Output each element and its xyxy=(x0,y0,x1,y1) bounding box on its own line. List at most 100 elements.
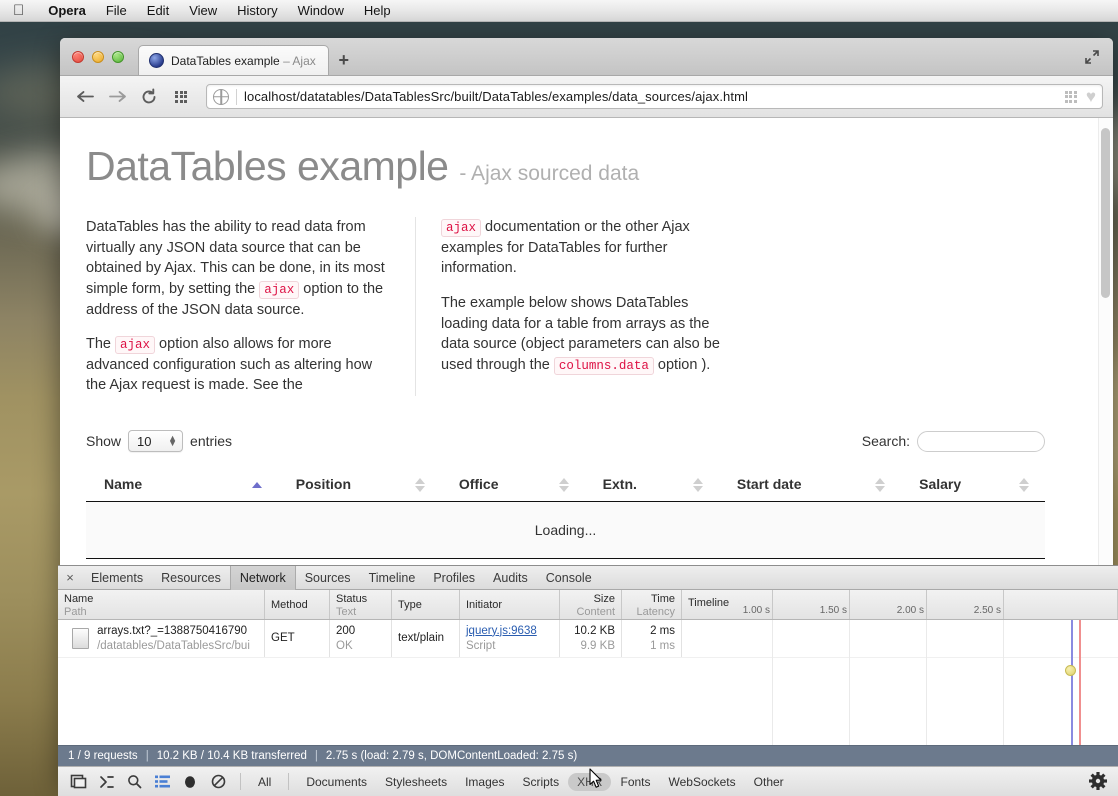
filter-scripts[interactable]: Scripts xyxy=(513,773,568,791)
record-icon[interactable] xyxy=(176,770,204,794)
filter-xhr[interactable]: XHR xyxy=(568,772,612,791)
menu-item-opera[interactable]: Opera xyxy=(38,0,96,22)
clear-icon[interactable] xyxy=(204,770,232,794)
info-box: DataTables has the ability to read data … xyxy=(86,217,1045,402)
request-event-dot xyxy=(1065,665,1076,676)
back-button-icon[interactable] xyxy=(70,83,100,111)
status-code: 200 xyxy=(336,624,356,637)
devtools-tab-profiles[interactable]: Profiles xyxy=(424,566,484,590)
column-header-office[interactable]: Office xyxy=(440,468,585,503)
menu-item-edit[interactable]: Edit xyxy=(137,0,179,22)
network-column-initiator[interactable]: Initiator xyxy=(460,590,560,619)
latency-value: 1 ms xyxy=(650,639,675,652)
info-paragraph-3: The example below shows DataTables loadi… xyxy=(441,295,720,375)
info-paragraph-2-cont: ajax documentation or the other Ajax exa… xyxy=(441,219,690,277)
code-ajax: ajax xyxy=(259,280,300,299)
address-bar[interactable]: localhost/datatables/DataTablesSrc/built… xyxy=(206,84,1103,109)
status-separator: | xyxy=(314,750,318,762)
menu-item-view[interactable]: View xyxy=(179,0,227,22)
devtools-tab-elements[interactable]: Elements xyxy=(82,566,152,590)
network-cell-type: text/plain xyxy=(392,620,460,657)
menu-item-file[interactable]: File xyxy=(96,0,137,22)
network-rows-container[interactable]: arrays.txt?_=1388750416790 /datatables/D… xyxy=(58,620,1118,745)
filter-websockets[interactable]: WebSockets xyxy=(660,773,745,791)
datatables-controls: Show 10 ▲ ▼ entries Search: xyxy=(86,430,1045,453)
filter-fonts[interactable]: Fonts xyxy=(611,773,659,791)
gear-icon[interactable] xyxy=(1088,771,1108,794)
filter-stylesheets[interactable]: Stylesheets xyxy=(376,773,456,791)
column-header-name[interactable]: Name xyxy=(86,468,278,503)
network-cell-name: arrays.txt?_=1388750416790 /datatables/D… xyxy=(58,620,265,657)
search-icon[interactable] xyxy=(120,770,148,794)
minimize-window-button[interactable] xyxy=(92,51,104,63)
sort-icon xyxy=(1019,477,1029,492)
close-window-button[interactable] xyxy=(72,51,84,63)
network-table-row[interactable]: arrays.txt?_=1388750416790 /datatables/D… xyxy=(58,620,1118,658)
column-header-position[interactable]: Position xyxy=(277,468,441,503)
filter-documents[interactable]: Documents xyxy=(297,773,376,791)
favicon-icon xyxy=(149,53,164,68)
new-tab-button[interactable]: + xyxy=(329,45,359,75)
browser-tab[interactable]: DataTables example – Ajax xyxy=(138,45,329,75)
network-column-time[interactable]: Time Latency xyxy=(622,590,682,619)
network-column-type[interactable]: Type xyxy=(392,590,460,619)
devtools-tab-timeline[interactable]: Timeline xyxy=(360,566,425,590)
address-bar-url: localhost/datatables/DataTablesSrc/built… xyxy=(244,89,749,104)
length-control: Show 10 ▲ ▼ entries xyxy=(86,430,232,453)
devtools-tab-audits[interactable]: Audits xyxy=(484,566,537,590)
sort-icon xyxy=(558,477,569,492)
page-title: DataTables example - Ajax sourced data xyxy=(86,143,640,189)
devtools-tab-resources[interactable]: Resources xyxy=(152,566,230,590)
network-column-status[interactable]: Status Text xyxy=(330,590,392,619)
sort-icon xyxy=(692,477,703,492)
page-scrollbar-thumb[interactable] xyxy=(1101,128,1110,298)
network-column-method[interactable]: Method xyxy=(265,590,330,619)
chevron-updown-icon: ▲ ▼ xyxy=(168,433,178,449)
search-input[interactable] xyxy=(917,430,1045,452)
fullscreen-icon[interactable] xyxy=(1083,48,1101,66)
timeline-tick-2: 1.50 s xyxy=(820,590,850,619)
network-cell-status: 200 OK xyxy=(330,620,392,657)
devtools-tab-sources[interactable]: Sources xyxy=(296,566,360,590)
size-value: 10.2 KB xyxy=(574,624,615,637)
reload-button-icon[interactable] xyxy=(134,83,164,111)
filter-other[interactable]: Other xyxy=(745,773,793,791)
window-controls xyxy=(72,51,124,63)
extensions-icon[interactable] xyxy=(1064,90,1077,103)
address-divider xyxy=(236,88,237,105)
close-devtools-icon[interactable]: × xyxy=(58,570,82,585)
speed-dial-icon[interactable] xyxy=(166,83,196,111)
toolbar-divider xyxy=(288,773,290,790)
transferred-size: 10.2 KB / 10.4 KB transferred xyxy=(156,750,307,762)
column-header-salary[interactable]: Salary xyxy=(901,468,1045,503)
column-header-start-date[interactable]: Start date xyxy=(718,468,902,503)
initiator-type: Script xyxy=(466,639,496,652)
zoom-window-button[interactable] xyxy=(112,51,124,63)
network-cell-initiator: jquery.js:9638 Script xyxy=(460,620,560,657)
timing-summary: 2.75 s (load: 2.79 s, DOMContentLoaded: … xyxy=(325,750,578,762)
tab-title: DataTables example – Ajax xyxy=(171,53,316,68)
network-column-size[interactable]: Size Content xyxy=(560,590,622,619)
dock-panel-icon[interactable] xyxy=(64,770,92,794)
forward-button-icon[interactable] xyxy=(102,83,132,111)
network-cell-size: 10.2 KB 9.9 KB xyxy=(560,620,622,657)
toolbar-divider xyxy=(240,773,241,790)
show-label: Show xyxy=(86,433,122,450)
apple-logo-icon[interactable]:  xyxy=(13,3,24,18)
initiator-link[interactable]: jquery.js:9638 xyxy=(466,624,553,639)
info-paragraph-2: The ajax option also allows for more adv… xyxy=(86,336,373,394)
filter-all[interactable]: All xyxy=(249,773,280,791)
network-column-timeline[interactable]: Timeline 1.00 s 1.50 s 2.00 s 2.50 s xyxy=(682,590,1118,619)
menu-item-window[interactable]: Window xyxy=(288,0,354,22)
entries-select[interactable]: 10 ▲ ▼ xyxy=(128,430,184,453)
menu-item-history[interactable]: History xyxy=(227,0,287,22)
column-header-extn[interactable]: Extn. xyxy=(584,468,719,503)
menu-item-help[interactable]: Help xyxy=(354,0,401,22)
bookmark-heart-icon[interactable]: ♥ xyxy=(1086,88,1096,105)
filter-images[interactable]: Images xyxy=(456,773,513,791)
list-view-icon[interactable] xyxy=(148,770,176,794)
devtools-tab-network[interactable]: Network xyxy=(229,565,296,590)
devtools-tab-console[interactable]: Console xyxy=(537,566,601,590)
console-drawer-icon[interactable] xyxy=(92,770,120,794)
network-column-name[interactable]: Name Path xyxy=(58,590,265,619)
